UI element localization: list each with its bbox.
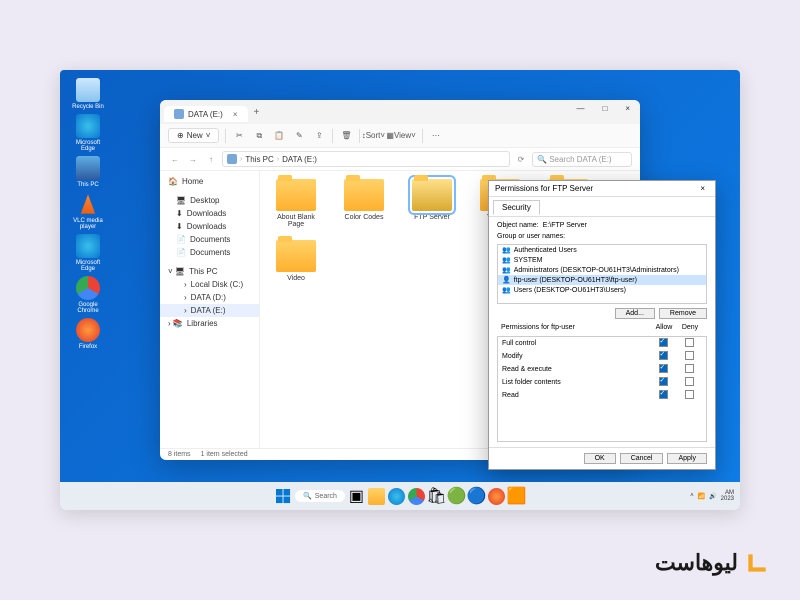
sidebar-documents2[interactable]: 📄 Documents xyxy=(160,246,259,259)
chrome-icon[interactable]: Google Chrome xyxy=(68,276,108,314)
folder-ftpserver[interactable]: FTP Server xyxy=(404,179,460,228)
cancel-button[interactable]: Cancel xyxy=(620,453,664,464)
app-taskbar-icon[interactable]: 🟢 xyxy=(448,488,465,505)
this-pc-icon[interactable]: This PC xyxy=(68,156,108,188)
deny-checkbox[interactable] xyxy=(685,338,694,347)
search-input[interactable]: 🔍 Search DATA (E:) xyxy=(532,152,632,167)
sort-button[interactable]: ↕ Sort ˅ xyxy=(366,129,380,143)
folder-colorcodes[interactable]: Color Codes xyxy=(336,179,392,228)
deny-checkbox[interactable] xyxy=(685,364,694,373)
sidebar-localc[interactable]: › Local Disk (C:) xyxy=(160,278,259,291)
explorer-toolbar: ⊕ New ˅ ✂ ⧉ 📋 ✎ ⇪ 🗑 ↕ Sort ˅ ▦ View ˅ ⋯ xyxy=(160,124,640,148)
new-tab-button[interactable]: + xyxy=(254,107,260,118)
sidebar-documents[interactable]: 📄 Documents xyxy=(160,233,259,246)
refresh-button[interactable]: ⟳ xyxy=(514,152,528,166)
allow-checkbox[interactable] xyxy=(659,351,668,360)
taskbar-search[interactable]: 🔍 Search xyxy=(295,490,345,502)
close-tab-icon[interactable]: × xyxy=(233,110,238,119)
volume-icon[interactable]: 🔊 xyxy=(709,493,716,500)
task-view-icon[interactable]: ▣ xyxy=(348,488,365,505)
dialog-close-button[interactable]: × xyxy=(696,184,709,193)
firefox-icon[interactable]: Firefox xyxy=(68,318,108,350)
edge-icon[interactable]: Microsoft Edge xyxy=(68,114,108,152)
edge2-icon[interactable]: Microsoft Edge xyxy=(68,234,108,272)
deny-checkbox[interactable] xyxy=(685,351,694,360)
forward-button[interactable]: → xyxy=(186,152,200,166)
view-button[interactable]: ▦ View ˅ xyxy=(386,129,415,143)
app3-taskbar-icon[interactable]: 🟧 xyxy=(508,488,525,505)
drive-icon xyxy=(174,109,184,119)
allow-checkbox[interactable] xyxy=(659,338,668,347)
desktop-icons: Recycle Bin Microsoft Edge This PC VLC m… xyxy=(68,78,108,350)
group-item[interactable]: 👥 SYSTEM xyxy=(498,255,706,265)
group-item-selected[interactable]: 👤 ftp-user (DESKTOP-OU61HT3\ftp-user) xyxy=(498,275,706,285)
explorer-tabs: DATA (E:) × + — □ × xyxy=(160,100,640,124)
copy-icon[interactable]: ⧉ xyxy=(252,129,266,143)
sidebar-datad[interactable]: › DATA (D:) xyxy=(160,291,259,304)
sidebar-thispc[interactable]: ˅ 🖥 This PC xyxy=(160,265,259,278)
watermark-brand: لیوهاست xyxy=(655,550,770,576)
folder-video[interactable]: Video xyxy=(268,240,324,282)
allow-checkbox[interactable] xyxy=(659,364,668,373)
maximize-button[interactable]: □ xyxy=(598,102,611,115)
pc-icon xyxy=(227,154,237,164)
sidebar-datae[interactable]: › DATA (E:) xyxy=(160,304,259,317)
permissions-dialog: Permissions for FTP Server × Security Ob… xyxy=(488,180,716,470)
add-button[interactable]: Add... xyxy=(615,308,655,319)
up-button[interactable]: ↑ xyxy=(204,152,218,166)
allow-checkbox[interactable] xyxy=(659,377,668,386)
paste-icon[interactable]: 📋 xyxy=(272,129,286,143)
deny-checkbox[interactable] xyxy=(685,390,694,399)
dialog-title: Permissions for FTP Server xyxy=(495,184,593,193)
wifi-icon[interactable]: 📶 xyxy=(698,493,705,500)
security-tab[interactable]: Security xyxy=(493,200,540,215)
sidebar-libraries[interactable]: › 📚 Libraries xyxy=(160,317,259,330)
group-item[interactable]: 👥 Users (DESKTOP-OU61HT3\Users) xyxy=(498,285,706,295)
sidebar-downloads[interactable]: ⬇ Downloads xyxy=(160,207,259,220)
allow-checkbox[interactable] xyxy=(659,390,668,399)
tray-chevron-icon[interactable]: ˄ xyxy=(690,493,694,499)
edge-taskbar-icon[interactable] xyxy=(388,488,405,505)
close-button[interactable]: × xyxy=(621,102,634,115)
app2-taskbar-icon[interactable]: 🔵 xyxy=(468,488,485,505)
taskbar-tray[interactable]: ˄ 📶 🔊 AM 2023 xyxy=(690,490,734,502)
new-button[interactable]: ⊕ New ˅ xyxy=(168,128,219,143)
remove-button[interactable]: Remove xyxy=(659,308,707,319)
address-bar: ← → ↑ › This PC › DATA (E:) ⟳ 🔍 Search D… xyxy=(160,148,640,171)
folder-aboutblank[interactable]: About Blank Page xyxy=(268,179,324,228)
explorer-sidebar: 🏠 Home 🖥 Desktop ⬇ Downloads ⬇ Downloads… xyxy=(160,171,260,448)
breadcrumb[interactable]: › This PC › DATA (E:) xyxy=(222,151,510,167)
sidebar-desktop[interactable]: 🖥 Desktop xyxy=(160,194,259,207)
store-taskbar-icon[interactable]: 🛍 xyxy=(428,488,445,505)
brand-logo-icon xyxy=(744,550,770,576)
sidebar-downloads2[interactable]: ⬇ Downloads xyxy=(160,220,259,233)
start-button[interactable] xyxy=(275,488,292,505)
back-button[interactable]: ← xyxy=(168,152,182,166)
more-button[interactable]: ⋯ xyxy=(429,129,443,143)
taskbar: 🔍 Search ▣ 🛍 🟢 🔵 🟧 ˄ 📶 🔊 AM 2023 xyxy=(60,482,740,510)
group-list[interactable]: 👥 Authenticated Users 👥 SYSTEM 👥 Adminis… xyxy=(497,244,707,304)
rename-icon[interactable]: ✎ xyxy=(292,129,306,143)
tab-data-e[interactable]: DATA (E:) × xyxy=(164,106,248,122)
group-item[interactable]: 👥 Administrators (DESKTOP-OU61HT3\Admini… xyxy=(498,265,706,275)
recycle-bin-icon[interactable]: Recycle Bin xyxy=(68,78,108,110)
vlc-icon[interactable]: VLC media player xyxy=(68,192,108,230)
chrome-taskbar-icon[interactable] xyxy=(408,488,425,505)
desktop: Recycle Bin Microsoft Edge This PC VLC m… xyxy=(60,70,740,510)
ok-button[interactable]: OK xyxy=(584,453,616,464)
delete-icon[interactable]: 🗑 xyxy=(339,129,353,143)
sidebar-home[interactable]: 🏠 Home xyxy=(160,175,259,188)
cut-icon[interactable]: ✂ xyxy=(232,129,246,143)
permissions-table: Full control Modify Read & execute List … xyxy=(497,336,707,442)
minimize-button[interactable]: — xyxy=(572,102,588,115)
apply-button[interactable]: Apply xyxy=(667,453,707,464)
firefox-taskbar-icon[interactable] xyxy=(488,488,505,505)
group-item[interactable]: 👥 Authenticated Users xyxy=(498,245,706,255)
share-icon[interactable]: ⇪ xyxy=(312,129,326,143)
deny-checkbox[interactable] xyxy=(685,377,694,386)
explorer-taskbar-icon[interactable] xyxy=(368,488,385,505)
